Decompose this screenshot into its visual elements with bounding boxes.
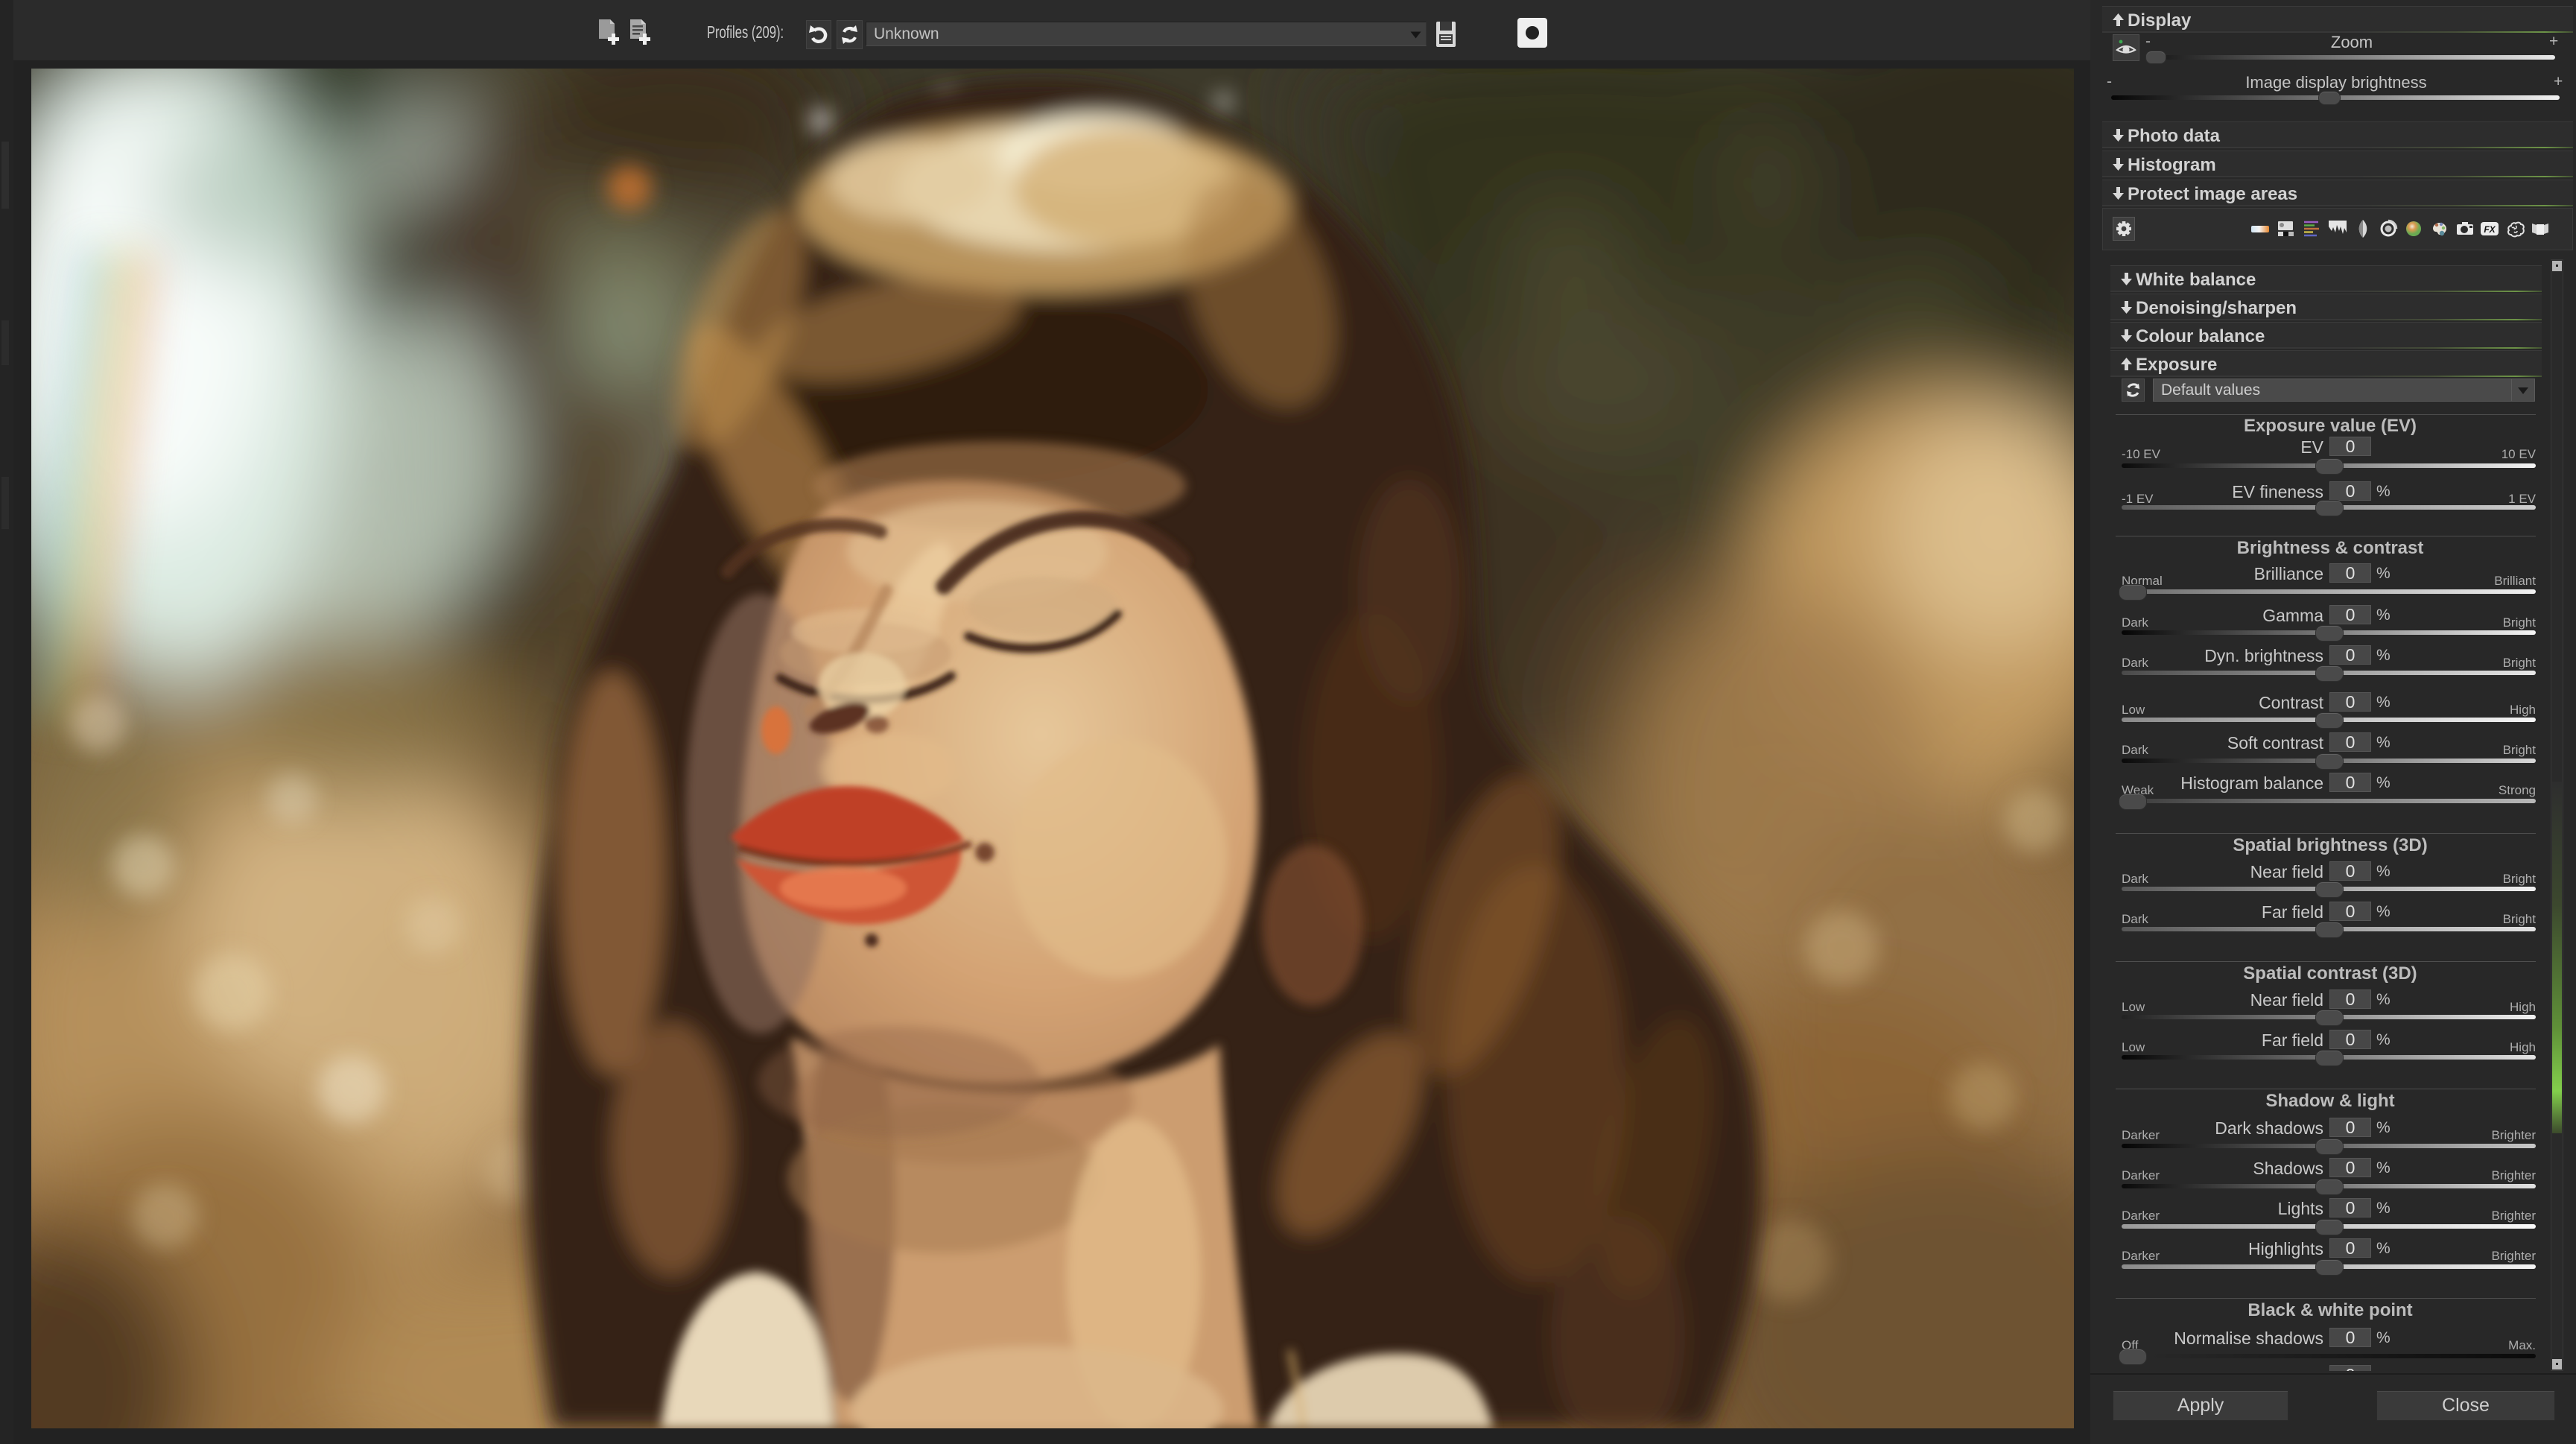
svg-text:FX: FX	[2484, 224, 2496, 235]
